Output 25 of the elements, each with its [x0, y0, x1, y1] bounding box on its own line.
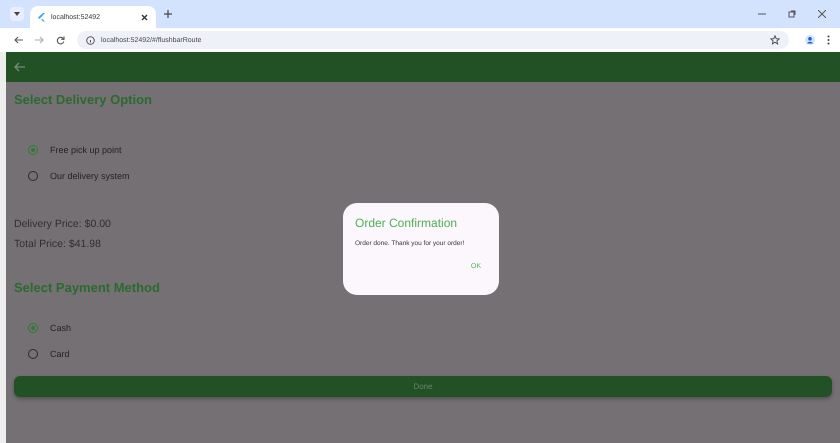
close-icon[interactable]: [818, 10, 826, 18]
profile-avatar-icon[interactable]: [805, 35, 815, 45]
restore-icon[interactable]: [788, 10, 796, 18]
radio-label: Card: [50, 349, 70, 359]
radio-label: Cash: [50, 323, 72, 333]
back-arrow-icon[interactable]: [14, 36, 23, 44]
section-heading: Select Payment Method: [14, 280, 160, 297]
menu-icon[interactable]: [827, 35, 830, 45]
radio-button[interactable]: [28, 145, 38, 155]
radio-button[interactable]: [28, 171, 38, 181]
total-price: Total Price: $41.98: [14, 237, 101, 252]
reload-icon[interactable]: [56, 36, 65, 44]
radio-label: Free pick up point: [50, 145, 122, 155]
radio-button[interactable]: [28, 323, 38, 333]
section-heading: Select Delivery Option: [14, 92, 152, 109]
radio-button[interactable]: [28, 349, 38, 359]
site-info-icon[interactable]: [86, 36, 95, 44]
tab-list-caret-icon[interactable]: [10, 7, 24, 21]
flutter-logo-icon: [38, 12, 45, 22]
close-icon[interactable]: [141, 14, 148, 20]
new-tab-icon[interactable]: [164, 10, 172, 18]
star-icon[interactable]: [770, 35, 780, 45]
radio-label: Our delivery system: [50, 171, 130, 181]
delivery-price: Delivery Price: $0.00: [14, 217, 111, 232]
dialog-title: Order Confirmation: [355, 216, 458, 230]
